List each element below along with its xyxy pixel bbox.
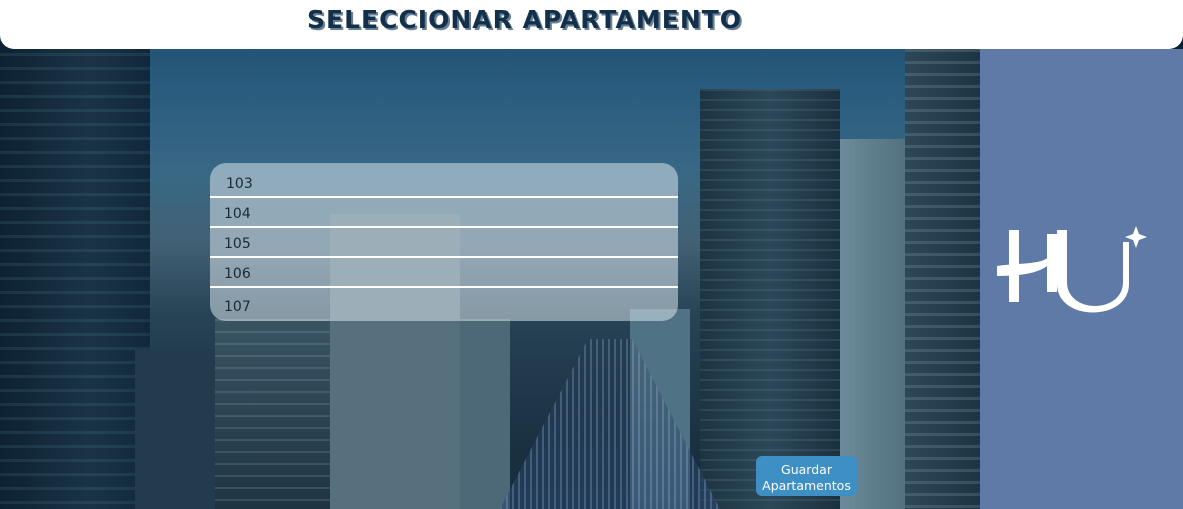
hu-logo-icon	[997, 226, 1147, 313]
apartment-label: 106	[224, 266, 251, 282]
list-item-apartment[interactable]: 105	[210, 228, 678, 258]
building	[0, 39, 150, 509]
header-bar: SELECCIONAR APARTAMENTO	[0, 0, 1183, 49]
apartment-label: 105	[224, 236, 251, 252]
building	[905, 49, 980, 509]
list-item-apartment[interactable]: 106	[210, 258, 678, 288]
save-apartments-button[interactable]: Guardar Apartamentos	[756, 456, 857, 496]
building	[700, 89, 840, 509]
page-title: SELECCIONAR APARTAMENTO	[307, 5, 743, 34]
list-item-apartment[interactable]: 104	[210, 198, 678, 228]
apartment-list[interactable]: 103 104 105 106 107	[210, 163, 678, 321]
building	[840, 139, 910, 509]
list-item-apartment[interactable]: 103	[210, 167, 678, 198]
apartment-label: 104	[224, 206, 251, 222]
apartment-label: 107	[224, 299, 251, 315]
building	[460, 319, 510, 509]
apartment-label: 103	[226, 176, 253, 192]
building	[135, 349, 225, 509]
list-item-apartment[interactable]: 107	[210, 289, 678, 319]
